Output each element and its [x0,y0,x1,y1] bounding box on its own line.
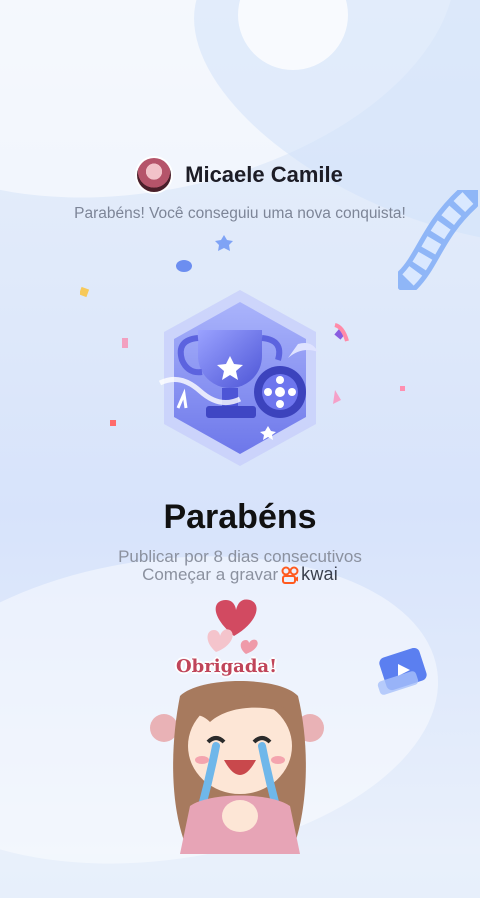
trophy-badge-icon [158,290,318,466]
kwai-brand: kwai [281,564,338,585]
star-decoration [176,235,233,272]
user-name: Micaele Camile [185,162,343,187]
achievement-subtitle: Parabéns! Você conseguiu uma nova conqui… [74,205,406,222]
start-recording-link[interactable]: Começar a gravar kwai [0,564,480,585]
background-glow [238,0,348,70]
user-row: Micaele Camile [0,158,480,192]
video-play-icon [377,648,427,695]
avatar[interactable] [137,158,172,192]
thank-you-sticker [150,599,324,854]
achievement-title: Parabéns [163,498,317,536]
cta-label: Começar a gravar [142,564,279,584]
kwai-brand-text: kwai [301,564,338,584]
kwai-logo-icon [281,566,299,584]
thank-you-label: Obrigada! [176,656,277,677]
